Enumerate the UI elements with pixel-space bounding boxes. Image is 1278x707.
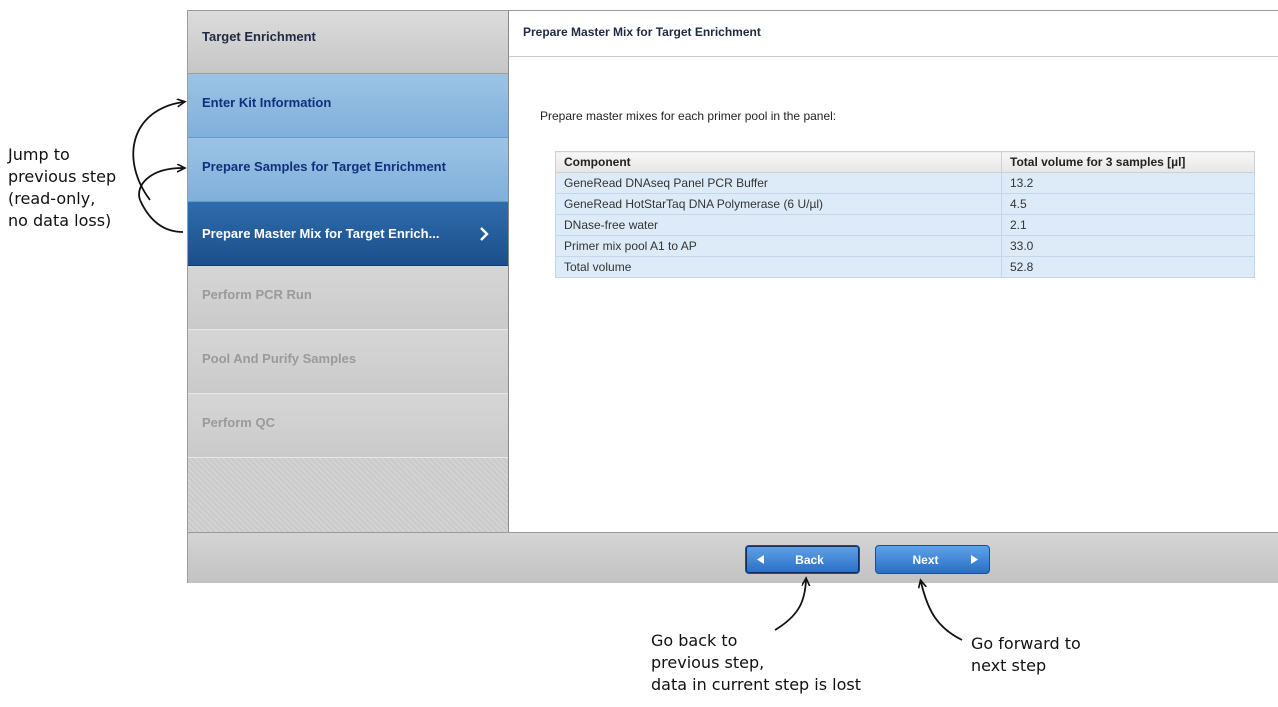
component-cell: Primer mix pool A1 to AP [555,235,1002,257]
step-prepare-samples[interactable]: Prepare Samples for Target Enrichment [188,138,508,202]
step-label: Perform PCR Run [202,287,312,302]
arrow-to-back-button [774,580,806,631]
step-perform-qc: Perform QC [188,394,508,458]
step-prepare-master-mix[interactable]: Prepare Master Mix for Target Enrich... [188,202,508,266]
step-sidebar: Target Enrichment Enter Kit Information … [188,11,509,532]
annotation-line: Jump to [8,145,70,164]
triangle-right-icon [971,555,978,564]
volume-cell: 52.8 [1001,256,1255,278]
next-button-label: Next [912,552,939,567]
table-row: GeneRead DNAseq Panel PCR Buffer 13.2 [555,172,1255,194]
back-button-label: Back [795,552,824,567]
annotation-line: no data loss) [8,211,112,230]
component-cell: GeneRead DNAseq Panel PCR Buffer [555,172,1002,194]
annotation-line: Go back to [651,631,738,650]
sidebar-header: Target Enrichment [188,11,508,74]
component-cell: DNase-free water [555,214,1002,236]
table-row: Total volume 52.8 [555,256,1255,278]
volume-cell: 4.5 [1001,193,1255,215]
volume-cell: 13.2 [1001,172,1255,194]
annotation-line: next step [971,656,1047,675]
arrow-to-prepare-samples-step [138,168,183,201]
column-header-volume: Total volume for 3 samples [µl] [1001,151,1255,173]
back-button[interactable]: Back [745,545,860,574]
column-header-component: Component [555,151,1002,173]
page-title: Prepare Master Mix for Target Enrichment [509,11,1278,57]
table-row: Primer mix pool A1 to AP 33.0 [555,235,1255,257]
annotation-jump-previous: Jump to previous step (read-only, no dat… [8,144,116,232]
annotation-line: previous step [8,167,117,186]
volume-cell: 2.1 [1001,214,1255,236]
table-row: GeneRead HotStarTaq DNA Polymerase (6 U/… [555,193,1255,215]
component-cell: GeneRead HotStarTaq DNA Polymerase (6 U/… [555,193,1002,215]
instruction-text: Prepare master mixes for each primer poo… [540,109,837,123]
volume-cell: 33.0 [1001,235,1255,257]
annotation-go-forward: Go forward to next step [971,633,1081,677]
master-mix-table: Component Total volume for 3 samples [µl… [555,151,1255,278]
table-header-row: Component Total volume for 3 samples [µl… [555,151,1255,173]
step-label: Perform QC [202,415,275,430]
next-button[interactable]: Next [875,545,990,574]
annotation-go-back: Go back to previous step, data in curren… [651,630,861,696]
annotation-line: Go forward to [971,634,1081,653]
step-enter-kit-information[interactable]: Enter Kit Information [188,74,508,138]
arrow-to-enter-kit-step [132,102,183,201]
step-content: Prepare Master Mix for Target Enrichment… [509,11,1278,532]
step-label: Enter Kit Information [202,95,332,110]
arrow-from-current-step [139,199,184,233]
annotation-line: data in current step is lost [651,675,862,694]
chevron-right-icon [480,226,489,241]
wizard-footer: Back Next [188,532,1278,583]
step-perform-pcr-run: Perform PCR Run [188,266,508,330]
annotation-line: previous step, [651,653,765,672]
step-label: Prepare Master Mix for Target Enrich... [202,226,440,241]
wizard-window: Target Enrichment Enter Kit Information … [187,10,1278,583]
arrow-to-next-button [921,582,963,641]
step-label: Prepare Samples for Target Enrichment [202,159,446,174]
step-label: Pool And Purify Samples [202,351,357,366]
table-row: DNase-free water 2.1 [555,214,1255,236]
annotation-line: (read-only, [8,189,96,208]
triangle-left-icon [757,555,764,564]
step-pool-and-purify: Pool And Purify Samples [188,330,508,394]
component-cell: Total volume [555,256,1002,278]
